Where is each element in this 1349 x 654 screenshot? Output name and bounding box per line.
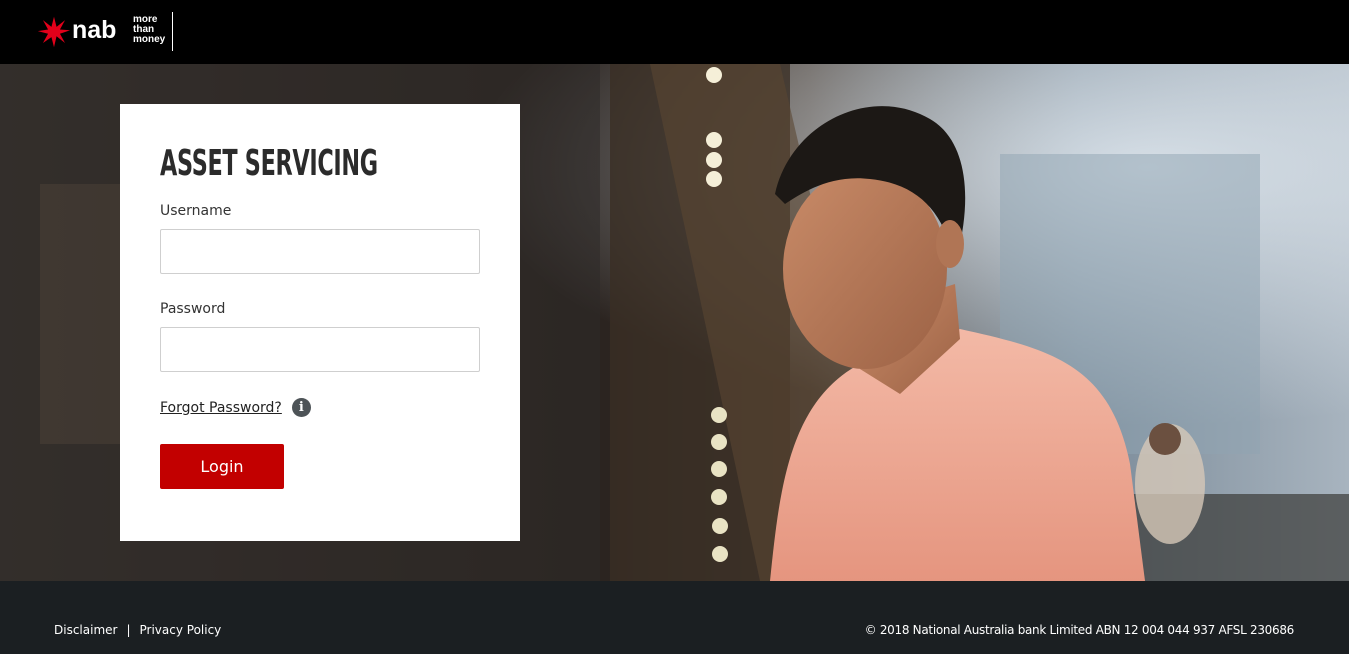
nab-logo[interactable]: nab	[37, 12, 116, 52]
site-header: nab more than money	[0, 0, 1349, 64]
info-icon[interactable]: i	[291, 398, 311, 417]
login-card: ASSET SERVICING Username Password Forgot…	[120, 104, 520, 541]
footer-separator: |	[126, 623, 131, 637]
site-footer: Disclaimer | Privacy Policy © 2018 Natio…	[0, 581, 1349, 654]
login-button[interactable]: Login	[160, 444, 284, 489]
nab-star-icon	[37, 16, 71, 48]
logo-wordmark: nab	[72, 15, 117, 44]
forgot-password-row: Forgot Password? i	[160, 398, 311, 417]
password-label: Password	[160, 301, 226, 317]
password-input[interactable]	[160, 327, 480, 372]
tagline-line: money	[133, 34, 166, 45]
forgot-password-link[interactable]: Forgot Password?	[160, 400, 282, 416]
username-label: Username	[160, 203, 232, 219]
username-input[interactable]	[160, 229, 480, 274]
tagline-divider	[172, 12, 173, 51]
tagline: more than money	[133, 15, 173, 51]
page-title: ASSET SERVICING	[160, 143, 378, 184]
copyright-text: © 2018 National Australia bank Limited A…	[864, 623, 1295, 637]
privacy-policy-link[interactable]: Privacy Policy	[140, 623, 222, 637]
disclaimer-link[interactable]: Disclaimer	[54, 623, 117, 637]
footer-links: Disclaimer | Privacy Policy	[54, 623, 221, 637]
